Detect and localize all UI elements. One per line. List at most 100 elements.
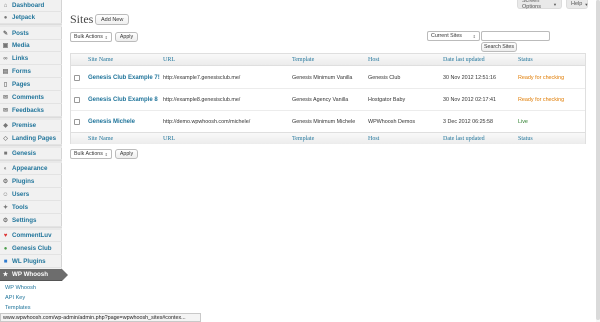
screen-options-tab[interactable]: Screen Options ▼ [517,0,562,10]
genesis-icon: ■ [3,150,8,157]
submenu-item-templates[interactable]: Templates [0,303,62,313]
sidebar-item-users[interactable]: ☺ Users [0,189,62,201]
caret-down-icon: ▼ [584,1,589,7]
sidebar-item-tools[interactable]: ✦ Tools [0,202,62,214]
submenu-item-api-key[interactable]: API Key [0,293,62,303]
page-scrollbar[interactable] [596,0,600,322]
page-title: Sites [70,12,94,26]
jetpack-icon: ● [3,14,8,21]
sidebar-item-label: Landing Pages [12,135,57,142]
site-date: 3 Dec 2012 06:25:58 [443,119,494,125]
site-name-link[interactable]: Genesis Michele [88,111,135,133]
settings-icon: ⚙ [2,218,9,224]
site-filter-select[interactable]: Current Sites ⇕ [427,31,480,41]
site-url: http://example8.genesisclub.me/ [163,97,241,103]
sidebar-item-label: Pages [12,81,31,88]
sidebar-item-commentluv[interactable]: ♥ CommentLuv [0,230,62,242]
sidebar-item-label: Plugins [12,178,35,185]
select-arrows-icon: ⇕ [472,33,476,39]
sidebar-item-label: Feedbacks [12,107,44,114]
sidebar-item-label: Users [12,191,30,198]
sidebar-item-label: Jetpack [12,14,36,21]
sidebar-item-wp-whoosh[interactable]: ★ WP Whoosh [0,269,68,281]
sidebar-item-jetpack[interactable]: ● Jetpack [0,12,62,24]
site-status: Ready for checking [518,75,565,81]
site-host: Hostgator Baby [368,97,406,103]
column-status[interactable]: Status [518,54,533,66]
dashboard-icon: ⌂ [3,2,8,9]
site-date: 30 Nov 2012 02:17:41 [443,97,497,103]
apply-button-bottom[interactable]: Apply [115,149,138,159]
submenu-item-wp-whoosh[interactable]: WP Whoosh [0,283,62,293]
search-input[interactable] [481,31,550,41]
sidebar-item-posts[interactable]: ✎ Posts [0,28,62,40]
sidebar-item-feedbacks[interactable]: ✉ Feedbacks [0,105,62,117]
site-template: Genesis Agency Vanilla [292,97,349,103]
sidebar-item-media[interactable]: ▣ Media [0,40,62,52]
column-template[interactable]: Template [292,54,314,66]
column-date[interactable]: Date last updated [443,54,485,66]
bulk-actions-select[interactable]: Bulk Actions ⇕ [70,32,112,42]
row-checkbox[interactable] [74,97,80,103]
add-new-button[interactable]: Add New [95,14,130,25]
column-status[interactable]: Status [518,133,533,145]
sidebar-item-plugins[interactable]: ⚙ Plugins [0,176,62,188]
column-url[interactable]: URL [163,54,175,66]
sidebar-item-dashboard[interactable]: ⌂ Dashboard [0,0,62,12]
sidebar-item-landing-pages[interactable]: ◇ Landing Pages [0,133,62,145]
table-header: Site Name URL Template Host Date last up… [71,54,585,66]
column-site-name[interactable]: Site Name [88,54,113,66]
sidebar-item-genesis-club[interactable]: ● Genesis Club [0,243,62,255]
admin-sidebar: ⌂ Dashboard ● Jetpack ✎ Posts ▣ Media ∞ Links… [0,0,68,322]
column-host[interactable]: Host [368,54,379,66]
column-url[interactable]: URL [163,133,175,145]
sidebar-item-premise[interactable]: ◆ Premise [0,120,62,132]
column-host[interactable]: Host [368,133,379,145]
site-filter-value: Current Sites [431,33,462,39]
link-icon: ∞ [3,55,8,62]
appearance-icon: ◐ [3,165,8,172]
sidebar-item-pages[interactable]: ▯ Pages [0,79,62,91]
help-tab[interactable]: Help ▼ [566,0,588,9]
select-arrows-icon: ⇕ [104,151,108,157]
table-row: Genesis Michele http://demo.wpwhoosh.com… [71,111,585,133]
column-date[interactable]: Date last updated [443,133,485,145]
page-icon: ▯ [3,82,8,88]
sidebar-item-genesis[interactable]: ■ Genesis [0,148,62,160]
search-sites-button[interactable]: Search Sites [481,42,517,52]
sidebar-item-wl-plugins[interactable]: ■ WL Plugins [0,256,62,268]
column-template[interactable]: Template [292,133,314,145]
screen-options-label: Screen Options [522,0,541,10]
sidebar-item-links[interactable]: ∞ Links [0,53,62,65]
sidebar-item-label: Forms [12,68,31,75]
sidebar-item-label: Posts [12,30,29,37]
commentluv-icon: ♥ [3,232,8,239]
site-name-link[interactable]: Genesis Club Example 7! [88,67,160,89]
wp-whoosh-submenu: WP Whoosh API Key Templates [0,281,62,316]
site-name-link[interactable]: Genesis Club Example 8 [88,89,158,111]
site-status: Live [518,119,528,125]
bulk-actions-value: Bulk Actions [74,34,103,40]
scrollbar-thumb[interactable] [596,0,600,320]
wl-plugins-icon: ■ [3,258,8,265]
genesis-club-icon: ● [3,245,8,252]
select-arrows-icon: ⇕ [104,34,108,40]
sidebar-item-label: WL Plugins [12,258,46,265]
sidebar-item-appearance[interactable]: ◐ Appearance [0,163,62,175]
bulk-actions-value: Bulk Actions [74,151,103,157]
sidebar-item-forms[interactable]: ▤ Forms [0,66,62,78]
row-checkbox[interactable] [74,119,80,125]
table-footer: Site Name URL Template Host Date last up… [71,132,585,144]
sidebar-item-label: Appearance [12,165,48,172]
site-date: 30 Nov 2012 12:51:16 [443,75,497,81]
apply-button[interactable]: Apply [115,32,138,42]
bulk-actions-select-bottom[interactable]: Bulk Actions ⇕ [70,149,112,159]
sidebar-item-settings[interactable]: ⚙ Settings [0,215,62,227]
sidebar-item-label: Links [12,55,29,62]
wp-whoosh-icon: ★ [2,272,9,278]
sidebar-item-comments[interactable]: ✉ Comments [0,92,62,104]
sites-table: Site Name URL Template Host Date last up… [70,53,586,144]
sidebar-item-label: Tools [12,204,29,211]
column-site-name[interactable]: Site Name [88,133,113,145]
row-checkbox[interactable] [74,75,80,81]
